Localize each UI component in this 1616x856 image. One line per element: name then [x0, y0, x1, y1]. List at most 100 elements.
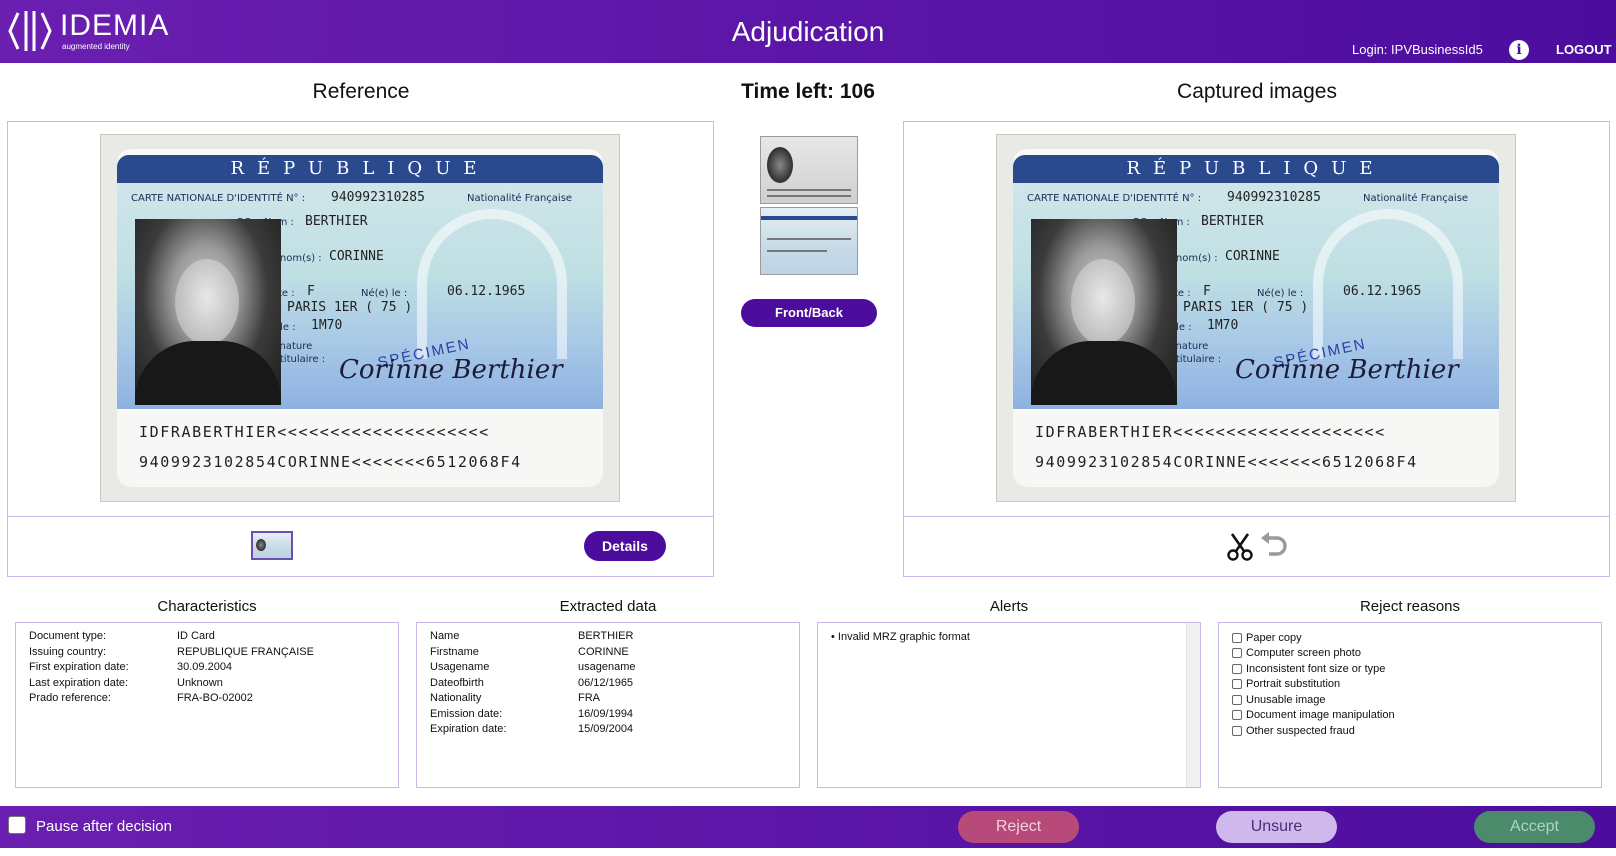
card-number: 940992310285 — [1227, 190, 1321, 205]
captured-id-card-image[interactable]: RÉPUBLIQUE FRANÇAISE CARTE NATIONALE D'I… — [997, 135, 1515, 501]
captured-images-title: Captured images — [1177, 80, 1337, 103]
signature-image: Corinne Berthier — [339, 355, 563, 385]
sexe-value: F — [1203, 284, 1211, 299]
reference-id-card-image[interactable]: RÉPUBLIQUE FRANÇAISE CARTE NATIONALE D'I… — [101, 135, 619, 501]
logo-name: IDEMIA — [60, 9, 170, 42]
card-header: RÉPUBLIQUE FRANÇAISE — [117, 155, 603, 207]
alert-item: • Invalid MRZ graphic format — [831, 631, 970, 643]
unsure-button[interactable]: Unsure — [1216, 811, 1337, 843]
front-back-button[interactable]: Front/Back — [741, 299, 877, 327]
undo-icon[interactable] — [1259, 531, 1287, 561]
taille-value: 1M70 — [1207, 318, 1239, 333]
row-value: BERTHIER — [578, 630, 634, 642]
accept-button[interactable]: Accept — [1474, 811, 1595, 843]
row-key: Issuing country: — [29, 645, 107, 658]
checkbox[interactable] — [1232, 725, 1242, 736]
ne-label: Né(e) le : — [1257, 288, 1304, 299]
checkbox[interactable] — [1232, 648, 1242, 659]
thumb-line — [767, 195, 851, 197]
idemia-logo: IDEMIA augmented identity — [6, 6, 169, 56]
row-value: 30.09.2004 — [177, 661, 233, 673]
details-button[interactable]: Details — [584, 531, 666, 561]
characteristic-row: Prado reference: FRA-BO-02002 — [29, 692, 392, 708]
reject-reasons-title: Reject reasons — [1359, 598, 1461, 615]
logo-tagline: augmented identity — [62, 42, 130, 51]
mrz-zone: IDFRABERTHIER<<<<<<<<<<<<<<<<<<<< 940992… — [1013, 411, 1499, 487]
card-inner: RÉPUBLIQUE FRANÇAISE CARTE NATIONALE D'I… — [1013, 149, 1499, 487]
row-value: REPUBLIQUE FRANÇAISE — [177, 645, 314, 658]
card-header: RÉPUBLIQUE FRANÇAISE — [1013, 155, 1499, 207]
info-icon[interactable]: i — [1509, 40, 1529, 60]
front-thumbnail[interactable] — [760, 136, 858, 204]
portrait-face — [1071, 259, 1135, 345]
row-key: Firstname — [430, 645, 479, 658]
mrz-line-2: 9409923102854CORINNE<<<<<<<6512068F4 — [139, 453, 522, 471]
pause-after-decision-checkbox[interactable] — [8, 816, 26, 834]
thumb-band — [761, 216, 857, 220]
row-value: FRA — [578, 692, 600, 704]
checkbox[interactable] — [1232, 710, 1242, 721]
characteristic-row: Document type: ID Card — [29, 630, 392, 646]
time-left: Time left: 106 — [741, 80, 875, 103]
birth-value: 06.12.1965 — [1343, 284, 1422, 299]
characteristic-row: Last expiration date: Unknown — [29, 677, 392, 693]
place-value: PARIS 1ER ( 75 ) — [287, 300, 413, 315]
checkbox[interactable] — [1232, 679, 1242, 690]
reject-reason-paper-copy[interactable]: Paper copy — [1232, 630, 1302, 646]
checkbox[interactable] — [1232, 694, 1242, 705]
extracted-row: Nationality FRA — [430, 692, 793, 708]
thumb-line — [767, 238, 851, 240]
reason-label: Unusable image — [1246, 693, 1326, 706]
portrait-body — [1031, 341, 1177, 405]
header-bar: IDEMIA augmented identity Adjudication L… — [0, 0, 1616, 63]
scissors-icon[interactable] — [1226, 531, 1254, 561]
reject-reason-inconsistent-font[interactable]: Inconsistent font size or type — [1232, 661, 1385, 677]
row-value: 15/09/2004 — [578, 723, 634, 735]
footer-bar: Pause after decision Reject Unsure Accep… — [0, 806, 1616, 848]
row-key: Expiration date: — [430, 723, 507, 735]
characteristics-box: Document type: ID Card Issuing country: RE… — [15, 622, 399, 788]
checkbox[interactable] — [1232, 632, 1242, 643]
carte-label: CARTE NATIONALE D'IDENTITÉ N° : — [1027, 193, 1202, 204]
mrz-line-2: 9409923102854CORINNE<<<<<<<6512068F4 — [1035, 453, 1418, 471]
alerts-box: • Invalid MRZ graphic format — [817, 622, 1201, 788]
sexe-value: F — [307, 284, 315, 299]
reject-button[interactable]: Reject — [958, 811, 1079, 843]
reason-label: Other suspected fraud — [1246, 724, 1355, 737]
ne-label: Né(e) le : — [361, 288, 408, 299]
reject-reason-unusable-image[interactable]: Unusable image — [1232, 692, 1326, 708]
checkbox[interactable] — [1232, 663, 1242, 674]
row-key: Prado reference: — [29, 692, 111, 704]
reject-reason-screen-photo[interactable]: Computer screen photo — [1232, 646, 1361, 662]
portrait-body — [135, 341, 281, 405]
row-key: Document type: — [29, 630, 107, 642]
row-value: 16/09/1994 — [578, 707, 634, 720]
back-thumbnail[interactable] — [760, 207, 858, 275]
reference-panel: RÉPUBLIQUE FRANÇAISE CARTE NATIONALE D'I… — [7, 121, 714, 577]
reason-label: Inconsistent font size or type — [1246, 662, 1386, 675]
thumb-face — [256, 539, 266, 551]
characteristic-row: First expiration date: 30.09.2004 — [29, 661, 392, 677]
reject-reason-other-fraud[interactable]: Other suspected fraud — [1232, 723, 1355, 739]
reason-label: Paper copy — [1246, 631, 1302, 644]
card-number: 940992310285 — [331, 190, 425, 205]
extracted-row: Dateofbirth 06/12/1965 — [430, 677, 793, 693]
nom-value: BERTHIER — [1201, 214, 1264, 229]
reject-reason-image-manipulation[interactable]: Document image manipulation — [1232, 708, 1395, 724]
row-value: Unknown — [177, 676, 223, 689]
nom-value: BERTHIER — [305, 214, 368, 229]
nationality-label: Nationalité Française — [1363, 193, 1469, 204]
idemia-logo-icon — [8, 11, 52, 51]
nationality-label: Nationalité Française — [467, 193, 573, 204]
logout-button[interactable]: LOGOUT — [1556, 42, 1612, 57]
reject-reason-portrait-substitution[interactable]: Portrait substitution — [1232, 677, 1340, 693]
reference-thumbnail[interactable] — [251, 531, 293, 560]
thumb-line — [767, 250, 827, 252]
row-key: First expiration date: — [29, 661, 129, 673]
birth-value: 06.12.1965 — [447, 284, 526, 299]
portrait-photo — [135, 219, 281, 405]
alerts-title: Alerts — [989, 598, 1029, 615]
panel-divider — [904, 516, 1609, 517]
alerts-scrollbar[interactable] — [1186, 623, 1200, 787]
row-key: Nationality — [430, 692, 482, 704]
